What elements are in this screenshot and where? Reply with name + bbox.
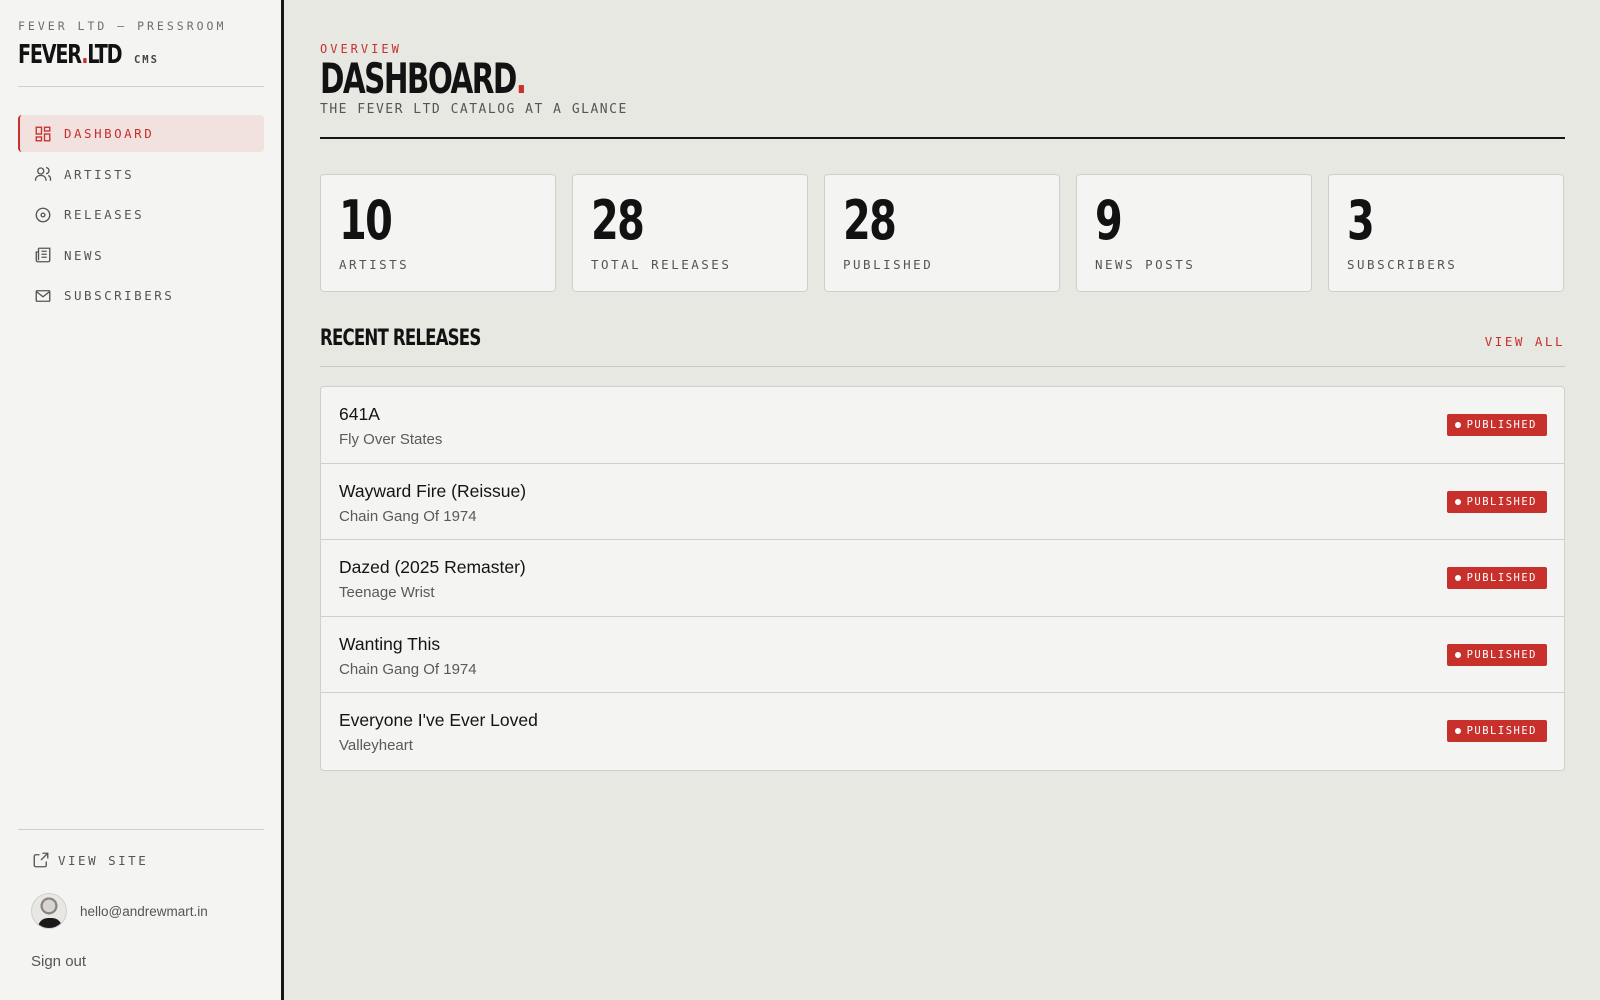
dashboard-icon bbox=[35, 126, 51, 141]
release-title: Wanting This bbox=[339, 633, 441, 654]
brand-wordmark: FEVER.LTD bbox=[18, 40, 123, 70]
release-artist: Chain Gang Of 1974 bbox=[339, 507, 477, 525]
stats-row: 10 ARTISTS 28 TOTAL RELEASES 28 PUBLISHE… bbox=[320, 174, 1564, 292]
status-badge: PUBLISHED bbox=[1446, 490, 1547, 513]
stat-card-published: 28 PUBLISHED bbox=[824, 174, 1060, 292]
sidebar: FEVER LTD — PRESSROOM FEVER.LTD CMS DASH… bbox=[0, 0, 284, 1000]
list-item[interactable]: Wanting This Chain Gang Of 1974 PUBLISHE… bbox=[321, 617, 1564, 694]
release-artist: Teenage Wrist bbox=[339, 584, 435, 602]
view-all-link[interactable]: VIEW ALL bbox=[1485, 334, 1565, 349]
view-site-label: VIEW SITE bbox=[58, 852, 149, 868]
stat-value: 3 bbox=[1347, 189, 1375, 252]
list-item[interactable]: Dazed (2025 Remaster) Teenage Wrist PUBL… bbox=[321, 540, 1564, 617]
status-badge: PUBLISHED bbox=[1446, 414, 1547, 436]
release-title: Dazed (2025 Remaster) bbox=[339, 557, 526, 578]
sign-out-button[interactable]: Sign out bbox=[31, 953, 86, 970]
section-divider bbox=[320, 366, 1565, 367]
sidebar-item-releases[interactable]: RELEASES bbox=[18, 196, 264, 233]
sidebar-item-label: RELEASES bbox=[64, 207, 145, 222]
disc-icon bbox=[35, 207, 51, 222]
sidebar-item-label: SUBSCRIBERS bbox=[64, 288, 175, 303]
status-dot-icon bbox=[1454, 728, 1461, 735]
section-title: RECENT RELEASES bbox=[320, 326, 481, 351]
brand-logo[interactable]: FEVER.LTD CMS bbox=[18, 40, 159, 70]
user-profile: hello@andrewmart.in bbox=[31, 893, 208, 929]
release-artist: Fly Over States bbox=[339, 431, 443, 448]
stat-label: ARTISTS bbox=[339, 257, 410, 272]
sidebar-divider bbox=[18, 86, 264, 87]
status-dot-icon bbox=[1454, 498, 1461, 505]
sidebar-item-artists[interactable]: ARTISTS bbox=[18, 156, 264, 193]
page-title: DASHBOARD. bbox=[320, 54, 527, 103]
list-item[interactable]: 641A Fly Over States PUBLISHED bbox=[321, 387, 1564, 464]
stat-label: SUBSCRIBERS bbox=[1347, 257, 1458, 272]
sidebar-footer-divider bbox=[18, 829, 264, 830]
users-icon bbox=[34, 166, 52, 181]
sidebar-nav: DASHBOARD ARTISTS RELEASES NEWS SUBSCRIB… bbox=[18, 115, 264, 318]
stat-card-subscribers: 3 SUBSCRIBERS bbox=[1328, 174, 1564, 292]
brand-cms-tag: CMS bbox=[133, 54, 159, 66]
stat-value: 28 bbox=[843, 189, 897, 252]
stat-value: 10 bbox=[339, 189, 393, 252]
sidebar-item-news[interactable]: NEWS bbox=[18, 237, 264, 274]
sidebar-item-label: NEWS bbox=[64, 247, 105, 263]
release-artist: Valleyheart bbox=[339, 737, 413, 755]
stat-value: 28 bbox=[591, 189, 645, 252]
stat-card-artists: 10 ARTISTS bbox=[320, 174, 556, 292]
stat-label: PUBLISHED bbox=[843, 257, 934, 272]
view-site-link[interactable]: VIEW SITE bbox=[32, 851, 148, 869]
title-divider bbox=[320, 137, 1565, 139]
recent-releases-list: 641A Fly Over States PUBLISHED Wayward F… bbox=[320, 386, 1565, 771]
sidebar-item-label: DASHBOARD bbox=[64, 126, 155, 141]
user-email: hello@andrewmart.in bbox=[80, 903, 208, 919]
list-item[interactable]: Wayward Fire (Reissue) Chain Gang Of 197… bbox=[321, 464, 1564, 541]
status-badge: PUBLISHED bbox=[1446, 720, 1547, 743]
recent-releases-header: RECENT RELEASES VIEW ALL bbox=[320, 326, 1565, 351]
status-dot-icon bbox=[1454, 422, 1461, 428]
status-dot-icon bbox=[1454, 651, 1461, 658]
release-artist: Chain Gang Of 1974 bbox=[339, 660, 477, 678]
status-badge: PUBLISHED bbox=[1446, 643, 1547, 666]
list-item[interactable]: Everyone I've Ever Loved Valleyheart PUB… bbox=[321, 693, 1564, 770]
sidebar-item-dashboard[interactable]: DASHBOARD bbox=[18, 115, 264, 152]
mail-icon bbox=[35, 289, 51, 302]
avatar bbox=[31, 893, 67, 929]
page-subtitle: THE FEVER LTD CATALOG AT A GLANCE bbox=[320, 102, 628, 117]
external-link-icon bbox=[33, 852, 49, 868]
stat-card-news-posts: 9 NEWS POSTS bbox=[1076, 174, 1312, 292]
release-title: 641A bbox=[339, 404, 380, 424]
newspaper-icon bbox=[35, 247, 51, 263]
sidebar-item-subscribers[interactable]: SUBSCRIBERS bbox=[18, 277, 264, 314]
release-title: Everyone I've Ever Loved bbox=[339, 710, 538, 731]
stat-card-total-releases: 28 TOTAL RELEASES bbox=[572, 174, 808, 292]
status-badge: PUBLISHED bbox=[1446, 567, 1547, 590]
stat-value: 9 bbox=[1095, 189, 1123, 252]
stat-label: TOTAL RELEASES bbox=[591, 257, 732, 272]
brand-kicker: FEVER LTD — PRESSROOM bbox=[18, 19, 227, 33]
release-title: Wayward Fire (Reissue) bbox=[339, 480, 527, 501]
status-dot-icon bbox=[1454, 575, 1461, 582]
sidebar-item-label: ARTISTS bbox=[64, 166, 135, 182]
stat-label: NEWS POSTS bbox=[1095, 257, 1196, 272]
